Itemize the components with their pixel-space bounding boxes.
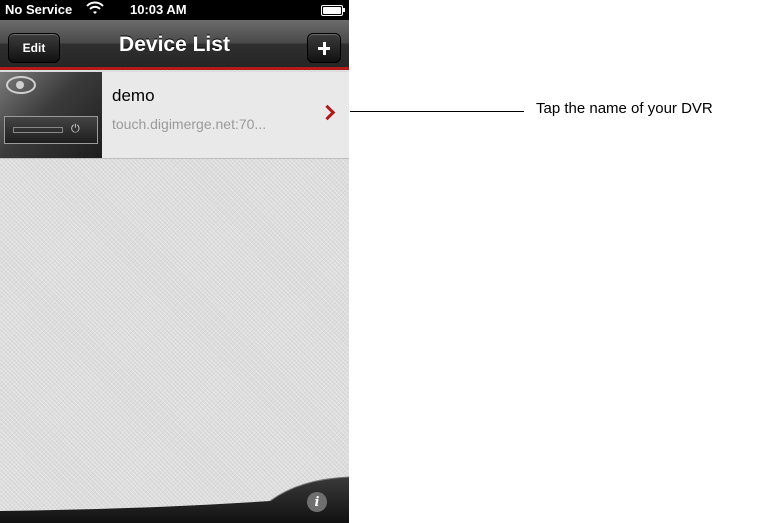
device-address: touch.digimerge.net:70... bbox=[112, 116, 267, 132]
device-row[interactable]: ⏻ demo touch.digimerge.net:70... bbox=[0, 72, 349, 159]
chevron-right-icon[interactable] bbox=[319, 104, 336, 121]
info-icon[interactable]: i bbox=[307, 492, 327, 512]
power-icon: ⏻ bbox=[71, 123, 80, 135]
callout-text: Tap the name of your DVR bbox=[536, 100, 713, 117]
callout-line bbox=[350, 111, 524, 112]
camera-icon bbox=[6, 76, 36, 94]
navigation-bar: Edit Device List bbox=[0, 20, 349, 70]
wifi-icon bbox=[86, 0, 104, 19]
carrier-label: No Service bbox=[5, 2, 73, 17]
page-title: Device List bbox=[119, 33, 230, 56]
page-curl bbox=[0, 476, 349, 523]
phone-screen: No Service 10:03 AM Edit Device List ⏻ d… bbox=[0, 0, 349, 523]
add-device-button[interactable] bbox=[307, 33, 341, 63]
battery-icon bbox=[321, 5, 345, 16]
device-name: demo bbox=[112, 86, 155, 105]
dvr-thumbnail: ⏻ bbox=[0, 72, 102, 158]
status-bar: No Service 10:03 AM bbox=[0, 0, 349, 20]
device-list: ⏻ demo touch.digimerge.net:70... bbox=[0, 70, 349, 523]
dvr-icon: ⏻ bbox=[4, 116, 98, 144]
clock: 10:03 AM bbox=[130, 2, 187, 17]
